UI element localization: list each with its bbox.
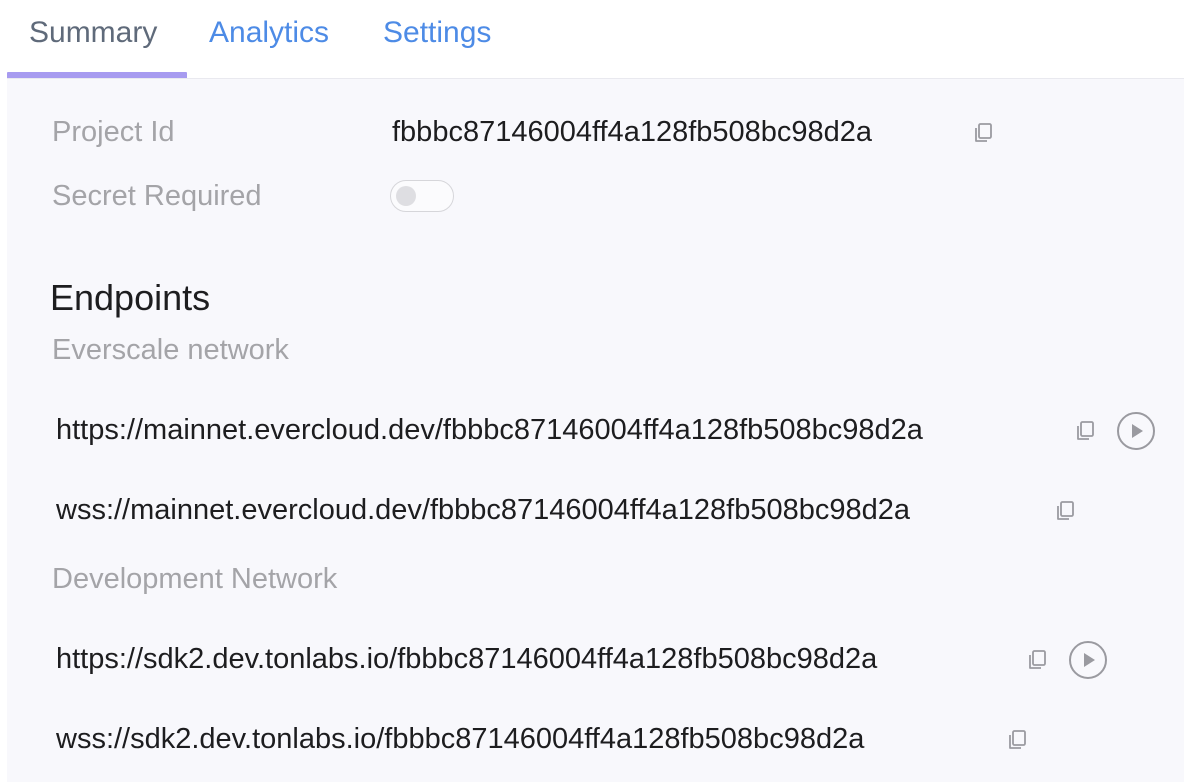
copy-icon[interactable] [972,122,994,144]
development-https-endpoint: https://sdk2.dev.tonlabs.io/fbbbc8714600… [56,643,878,675]
copy-icon[interactable] [1054,500,1076,522]
everscale-network-label: Everscale network [52,334,289,366]
copy-icon[interactable] [1074,420,1096,442]
everscale-wss-endpoint: wss://mainnet.evercloud.dev/fbbbc8714600… [56,494,910,526]
development-network-label: Development Network [52,563,338,595]
tab-settings[interactable]: Settings [383,14,491,52]
everscale-https-endpoint: https://mainnet.evercloud.dev/fbbbc87146… [56,414,923,446]
toggle-knob [396,186,416,206]
copy-icon[interactable] [1026,649,1048,671]
development-wss-endpoint: wss://sdk2.dev.tonlabs.io/fbbbc87146004f… [56,723,865,755]
project-id-label: Project Id [52,116,175,148]
secret-required-toggle[interactable] [390,180,454,212]
secret-required-label: Secret Required [52,180,262,212]
copy-icon[interactable] [1006,729,1028,751]
play-icon[interactable] [1068,640,1108,680]
project-id-value: fbbbc87146004ff4a128fb508bc98d2a [392,116,873,148]
tab-summary[interactable]: Summary [29,14,157,52]
tab-bar: Summary Analytics Settings [0,0,1184,80]
tab-analytics[interactable]: Analytics [209,14,329,52]
endpoints-heading: Endpoints [50,277,211,318]
play-icon[interactable] [1116,411,1156,451]
